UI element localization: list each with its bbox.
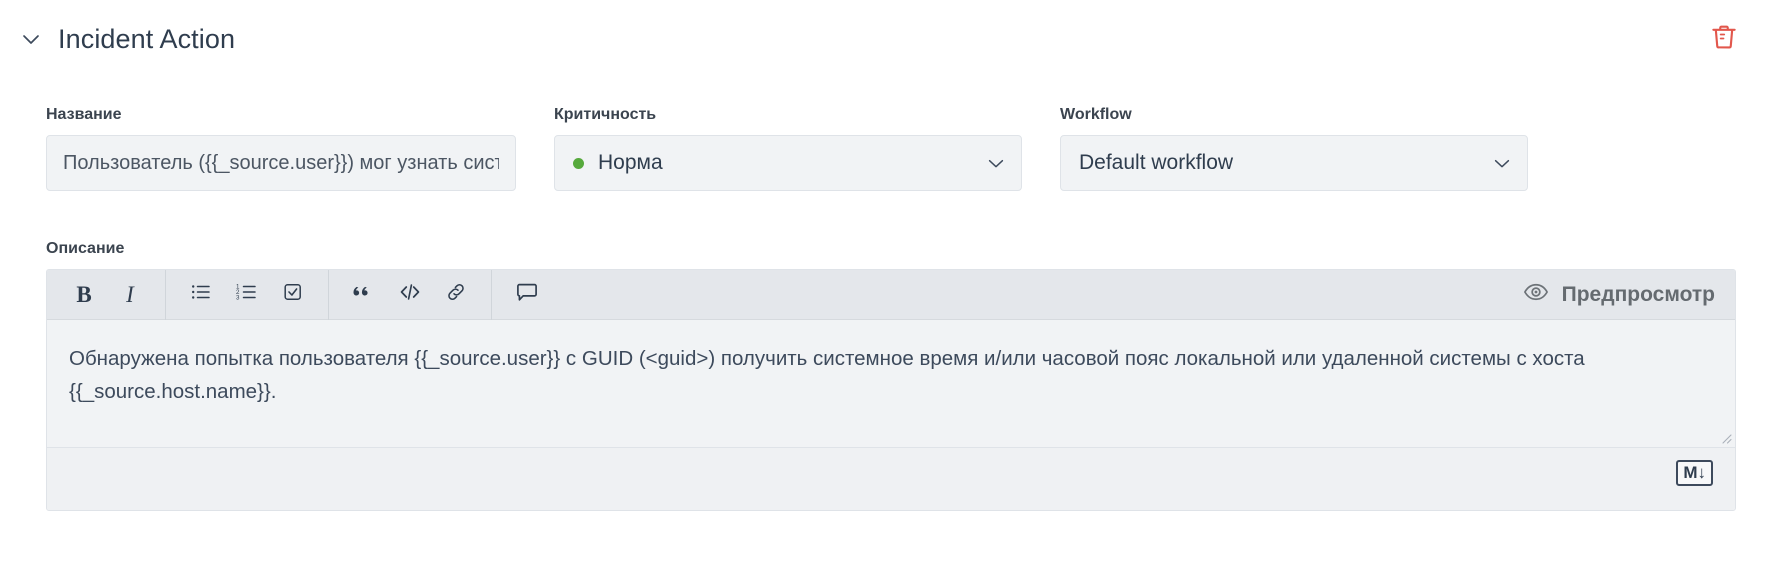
editor-footer: M↓: [47, 448, 1735, 510]
description-textarea[interactable]: Обнаружена попытка пользователя {{_sourc…: [47, 320, 1735, 448]
chevron-down-icon: [18, 26, 44, 52]
numbered-list-button[interactable]: 1 2 3: [224, 275, 270, 315]
svg-text:3: 3: [236, 295, 240, 302]
toolbar-divider: [491, 270, 492, 320]
description-text: Обнаружена попытка пользователя {{_sourc…: [69, 347, 1591, 403]
trash-icon: [1709, 22, 1739, 57]
field-criticality: Критичность Норма: [554, 106, 1022, 191]
incident-action-panel: Incident Action Название Критичность Нор…: [0, 0, 1767, 573]
blockquote-icon: [351, 279, 377, 310]
bullet-list-button[interactable]: [178, 275, 224, 315]
bold-button[interactable]: B: [61, 275, 107, 315]
description-field: Описание B I 1 2 3 Предпросмотр Обнаруже…: [46, 240, 1736, 511]
editor-toolbar: B I 1 2 3 Предпросмотр: [47, 270, 1735, 320]
collapse-section-button[interactable]: [16, 24, 46, 54]
section-header: Incident Action: [0, 0, 1767, 78]
criticality-value: Норма: [598, 151, 663, 174]
markdown-editor: B I 1 2 3 Предпросмотр Обнаружена попытк…: [46, 269, 1736, 511]
code-button[interactable]: [387, 275, 433, 315]
toolbar-divider: [165, 270, 166, 320]
delete-action-button[interactable]: [1705, 20, 1743, 58]
link-icon: [444, 280, 468, 309]
preview-toggle-button[interactable]: Предпросмотр: [1522, 278, 1721, 311]
bullet-list-icon: [189, 280, 213, 309]
comment-button[interactable]: [504, 275, 550, 315]
italic-button[interactable]: I: [107, 275, 153, 315]
toolbar-divider: [328, 270, 329, 320]
comment-icon: [514, 279, 540, 310]
task-list-button[interactable]: [270, 275, 316, 315]
markdown-badge[interactable]: M↓: [1676, 460, 1713, 486]
checkbox-list-icon: [281, 280, 305, 309]
fields-row: Название Критичность Норма Workflow Defa…: [46, 106, 1736, 191]
link-button[interactable]: [433, 275, 479, 315]
criticality-select[interactable]: Норма: [554, 135, 1022, 191]
numbered-list-icon: 1 2 3: [235, 280, 259, 309]
chevron-down-icon: [985, 152, 1007, 174]
field-workflow: Workflow Default workflow: [1060, 106, 1528, 191]
criticality-label: Критичность: [554, 106, 657, 123]
preview-label: Предпросмотр: [1561, 282, 1715, 306]
workflow-select[interactable]: Default workflow: [1060, 135, 1528, 191]
blockquote-button[interactable]: [341, 275, 387, 315]
workflow-value: Default workflow: [1079, 151, 1234, 174]
name-input[interactable]: [46, 135, 516, 191]
eye-icon: [1522, 278, 1550, 311]
code-icon: [397, 279, 423, 310]
severity-dot-icon: [573, 157, 584, 169]
field-name: Название: [46, 106, 516, 191]
chevron-down-icon: [1491, 152, 1513, 174]
workflow-label: Workflow: [1060, 106, 1132, 123]
page-title: Incident Action: [58, 23, 236, 54]
resize-handle[interactable]: [1719, 431, 1732, 444]
name-label: Название: [46, 106, 122, 123]
description-label: Описание: [46, 240, 125, 257]
